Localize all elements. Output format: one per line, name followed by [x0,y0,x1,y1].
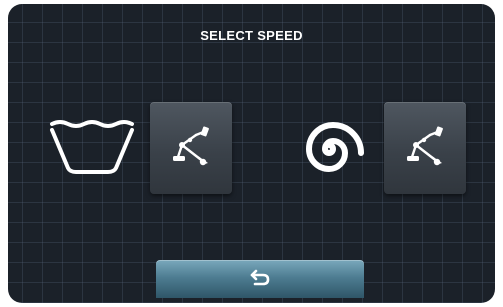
tool-settings-icon [402,123,448,174]
back-arrow-icon [249,268,271,291]
control-panel-screen: SELECT SPEED [8,4,495,303]
tool-settings-icon [168,123,214,174]
wash-tub-icon [46,110,138,176]
spin-spiral-icon [290,110,368,188]
wash-speed-settings-button[interactable] [150,102,232,194]
screen-title: SELECT SPEED [200,28,303,43]
back-button[interactable] [156,260,364,298]
spin-speed-settings-button[interactable] [384,102,466,194]
